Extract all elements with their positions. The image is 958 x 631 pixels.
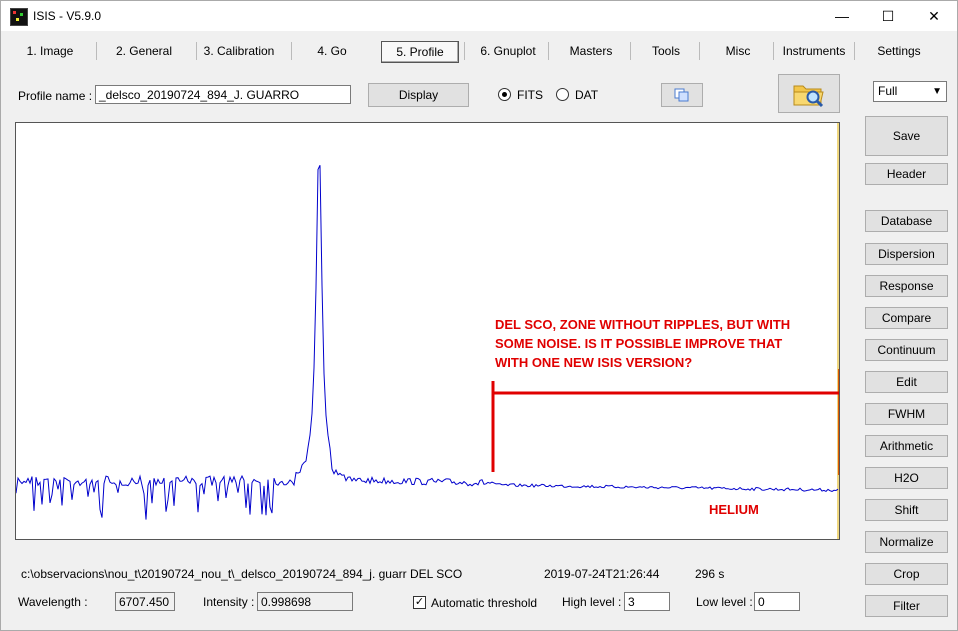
- display-button[interactable]: Display: [368, 83, 469, 107]
- header-button[interactable]: Header: [865, 163, 948, 185]
- status-exposure: 296 s: [695, 567, 725, 581]
- tab-instruments[interactable]: Instruments: [779, 41, 849, 61]
- tab-bar: 1. Image 2. General 3. Calibration 4. Go…: [1, 37, 957, 65]
- annotation-text: DEL SCO, ZONE WITHOUT RIPPLES, BUT WITH …: [495, 315, 790, 372]
- maximize-button[interactable]: ☐: [865, 1, 911, 31]
- compare-button[interactable]: Compare: [865, 307, 948, 329]
- profile-name-input[interactable]: _delsco_20190724_894_J. GUARRO: [95, 85, 351, 104]
- zoom-select-value: Full: [878, 84, 898, 98]
- tab-go[interactable]: 4. Go: [301, 41, 363, 61]
- tab-profile[interactable]: 5. Profile: [381, 41, 459, 63]
- fwhm-button[interactable]: FWHM: [865, 403, 948, 425]
- intensity-label: Intensity :: [203, 595, 255, 609]
- zoom-select[interactable]: Full ▼: [873, 81, 947, 102]
- tab-masters[interactable]: Masters: [557, 41, 625, 61]
- arithmetic-button[interactable]: Arithmetic: [865, 435, 948, 457]
- annotation-line-1: DEL SCO, ZONE WITHOUT RIPPLES, BUT WITH: [495, 317, 791, 332]
- database-button[interactable]: Database: [865, 210, 948, 232]
- high-level-input[interactable]: 3: [624, 592, 670, 611]
- low-level-label: Low level :: [696, 595, 753, 609]
- fits-radio-label: FITS: [517, 88, 543, 102]
- annotation-line-3: WITH ONE NEW ISIS VERSION?: [495, 355, 693, 370]
- tab-tools[interactable]: Tools: [637, 41, 695, 61]
- high-level-label: High level :: [562, 595, 622, 609]
- tab-gnuplot[interactable]: 6. Gnuplot: [473, 41, 543, 61]
- h2o-button[interactable]: H2O: [865, 467, 948, 489]
- minimize-button[interactable]: —: [819, 1, 865, 31]
- fits-radio[interactable]: [498, 88, 511, 101]
- wavelength-label: Wavelength :: [18, 595, 88, 609]
- profile-name-label: Profile name :: [18, 89, 93, 103]
- copy-icon: [674, 88, 689, 102]
- response-button[interactable]: Response: [865, 275, 948, 297]
- tab-calibration[interactable]: 3. Calibration: [201, 41, 277, 61]
- dispersion-button[interactable]: Dispersion: [865, 243, 948, 265]
- wavelength-field: 6707.450: [115, 592, 175, 611]
- save-button[interactable]: Save: [865, 116, 948, 156]
- tab-general[interactable]: 2. General: [103, 41, 185, 61]
- app-window: ISIS - V5.9.0 — ☐ ✕ 1. Image 2. General …: [0, 0, 958, 631]
- open-file-button[interactable]: [778, 74, 840, 113]
- close-button[interactable]: ✕: [911, 1, 957, 31]
- dat-radio[interactable]: [556, 88, 569, 101]
- intensity-field: 0.998698: [257, 592, 353, 611]
- crop-button[interactable]: Crop: [865, 563, 948, 585]
- shift-button[interactable]: Shift: [865, 499, 948, 521]
- title-bar: ISIS - V5.9.0 — ☐ ✕: [1, 1, 957, 31]
- isis-app-icon: [10, 8, 28, 26]
- tab-image[interactable]: 1. Image: [15, 41, 85, 61]
- helium-label: HELIUM: [709, 502, 759, 517]
- normalize-button[interactable]: Normalize: [865, 531, 948, 553]
- window-title: ISIS - V5.9.0: [33, 9, 102, 23]
- automatic-threshold-label: Automatic threshold: [431, 596, 538, 610]
- edit-button[interactable]: Edit: [865, 371, 948, 393]
- filter-button[interactable]: Filter: [865, 595, 948, 617]
- status-datetime: 2019-07-24T21:26:44: [544, 567, 660, 581]
- continuum-button[interactable]: Continuum: [865, 339, 948, 361]
- copy-button[interactable]: [661, 83, 703, 107]
- tab-misc[interactable]: Misc: [709, 41, 767, 61]
- dat-radio-label: DAT: [575, 88, 599, 102]
- automatic-threshold-checkbox[interactable]: ✓: [413, 596, 426, 609]
- annotation-line-2: SOME NOISE. IS IT POSSIBLE IMPROVE THAT: [495, 336, 783, 351]
- chevron-down-icon: ▼: [932, 86, 942, 97]
- annotation-bracket: [491, 369, 842, 475]
- status-file-path: c:\observacions\nou_t\20190724_nou_t\_de…: [21, 567, 463, 581]
- tab-settings[interactable]: Settings: [867, 41, 931, 61]
- folder-search-icon: [793, 85, 824, 108]
- low-level-input[interactable]: 0: [754, 592, 800, 611]
